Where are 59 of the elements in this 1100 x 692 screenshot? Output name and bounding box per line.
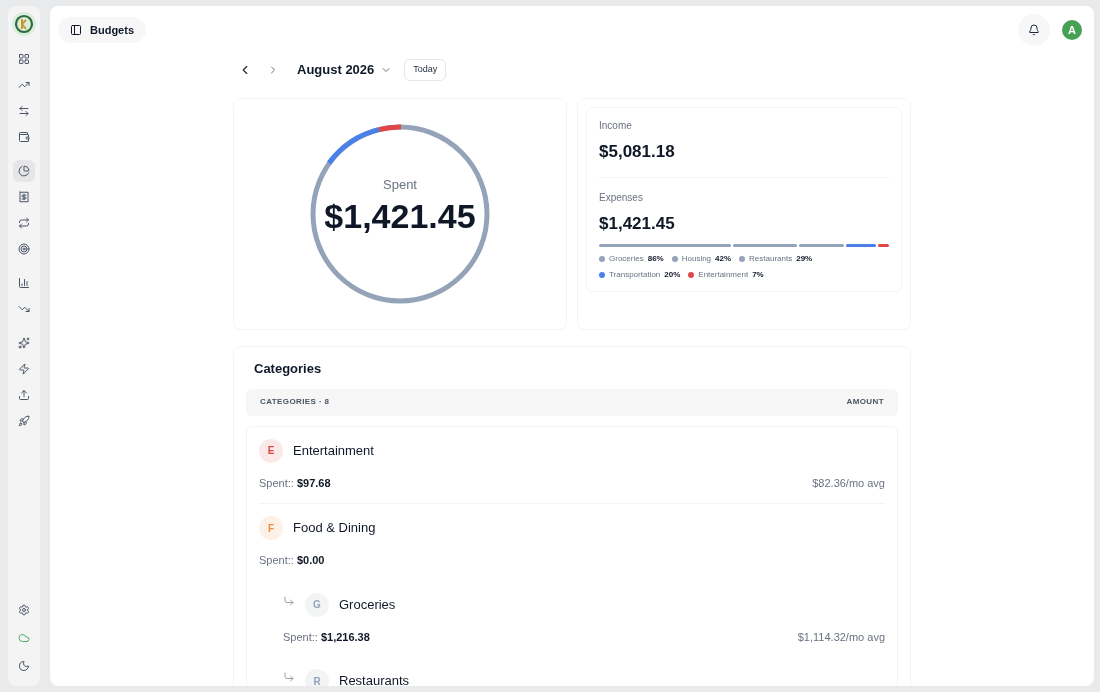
spent-label: Spent [383, 176, 417, 194]
category-avatar: E [259, 438, 283, 463]
upload-icon [18, 389, 30, 401]
legend-label: Restaurants [749, 253, 793, 265]
monthly-average: $1,114.32/mo avg [797, 629, 885, 645]
category-name[interactable]: Food & Dining [293, 518, 376, 538]
category-avatar: R [305, 669, 329, 686]
legend-label: Transportation [609, 269, 661, 281]
spent-amount: Spent:: $1,216.38 [283, 629, 370, 645]
trending-up-icon [18, 79, 30, 91]
income-label: Income [599, 119, 633, 133]
pie-chart-icon [18, 165, 30, 177]
cloud-icon[interactable] [18, 632, 30, 644]
category-name[interactable]: Entertainment [293, 440, 374, 461]
logo-icon[interactable] [12, 12, 36, 36]
receipt-icon [18, 191, 30, 203]
column-header: AMOUNT [846, 396, 884, 408]
category-avatar: F [259, 516, 283, 540]
bell-icon [1028, 24, 1040, 36]
sparkles-icon [18, 337, 30, 349]
income-amount: $5,081.18 [599, 141, 676, 163]
trending-down-icon [18, 303, 30, 315]
month-picker[interactable]: August 2026 [297, 60, 393, 80]
panel-toggle-icon [70, 24, 82, 36]
legend-percent: 86% [647, 253, 664, 265]
expenses-label: Expenses [599, 190, 644, 205]
moon-icon[interactable] [18, 660, 30, 672]
legend-percent: 7% [752, 269, 764, 281]
legend-label: Entertainment [698, 269, 749, 281]
spent-total: $1,421.45 [324, 195, 476, 237]
monthly-average: $82.36/mo avg [812, 475, 885, 491]
wallet-icon [18, 131, 30, 143]
spent-amount: Spent:: $97.68 [259, 475, 331, 491]
sidebar-nav-button[interactable] [13, 160, 35, 182]
category-name[interactable]: Restaurants [339, 671, 410, 686]
legend-percent: 42% [715, 253, 732, 265]
rocket-icon [18, 415, 30, 427]
notifications-button[interactable] [1018, 14, 1050, 46]
column-header: CATEGORIES · 8 [260, 396, 330, 408]
legend-label: Groceries [609, 253, 644, 265]
spent-amount: Spent:: $0.00 [259, 553, 325, 568]
expenses-amount: $1,421.45 [599, 212, 676, 235]
legend-percent: 29% [796, 253, 813, 265]
categories-title: Categories [253, 360, 323, 378]
child-arrow-icon [283, 671, 295, 683]
legend-label: Housing [681, 253, 712, 265]
grid-icon [18, 53, 30, 65]
child-arrow-icon [283, 594, 295, 607]
category-name[interactable]: Groceries [339, 594, 396, 615]
repeat-icon [18, 217, 30, 229]
bar-chart-icon [18, 277, 30, 289]
page-title-button[interactable]: Budgets [58, 17, 146, 43]
target-icon [18, 243, 30, 255]
today-button[interactable]: Today [404, 59, 447, 81]
arrows-icon [18, 105, 30, 117]
lightning-icon [18, 363, 30, 375]
settings-icon[interactable] [18, 604, 30, 616]
legend-percent: 20% [664, 269, 681, 281]
category-avatar: G [305, 592, 329, 617]
